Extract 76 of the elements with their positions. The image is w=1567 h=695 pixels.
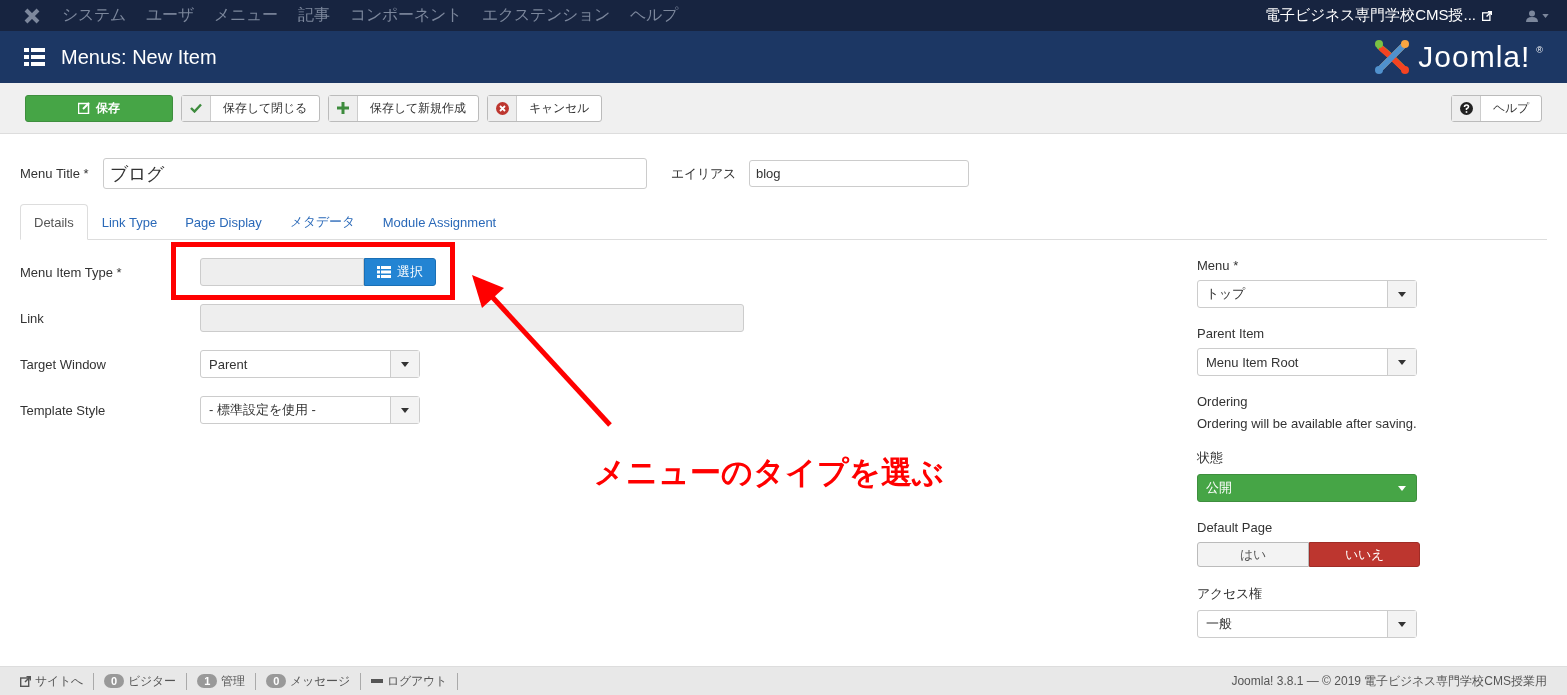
count-badge: 0 <box>104 674 125 688</box>
plus-icon <box>337 102 349 114</box>
info-text: Ordering will be available after saving. <box>1197 416 1417 431</box>
field-label: Parent Item <box>1197 326 1266 341</box>
cancel-icon <box>495 101 509 115</box>
user-menu[interactable] <box>1526 9 1549 22</box>
toolbar-button[interactable]: 保存して新規作成 <box>328 94 479 122</box>
field-label: アクセス権 <box>1197 585 1263 603</box>
menu-item[interactable]: ヘルプ <box>630 5 678 26</box>
toolbar-button[interactable]: 保存して閉じる <box>181 94 320 122</box>
footer-link[interactable]: ログアウト <box>387 672 448 690</box>
tab[interactable]: Details <box>20 204 88 240</box>
external-link-icon <box>20 675 31 687</box>
footer-link[interactable]: ビジター <box>128 672 177 690</box>
footer-link[interactable]: 管理 <box>221 672 246 690</box>
tab[interactable]: Page Display <box>171 204 276 240</box>
input-field[interactable] <box>200 258 364 286</box>
list-icon <box>377 266 391 278</box>
toggle-option[interactable]: いいえ <box>1308 542 1420 567</box>
edit-icon <box>78 102 90 114</box>
page-title: Menus: New Item <box>61 45 217 69</box>
menu-item[interactable]: メニュー <box>214 5 278 26</box>
count-badge: 0 <box>266 674 287 688</box>
field-label: Menu * <box>1197 258 1240 273</box>
field-label: 状態 <box>1197 449 1224 467</box>
help-button[interactable]: ヘルプ <box>1451 94 1542 122</box>
caret-icon <box>1398 291 1406 297</box>
help-icon <box>1459 101 1473 115</box>
dropdown[interactable]: Parent <box>200 350 420 378</box>
tab[interactable]: メタデータ <box>275 204 369 240</box>
minus-icon <box>371 679 384 683</box>
menu-item[interactable]: ユーザ <box>146 5 194 26</box>
toolbar-button[interactable]: キャンセル <box>487 94 602 122</box>
tab[interactable]: Link Type <box>87 204 172 240</box>
field-label: Target Window <box>20 356 107 372</box>
field-label: Menu Title * <box>20 166 90 181</box>
external-link-icon <box>1482 10 1492 21</box>
input-field[interactable]: blog <box>749 160 969 187</box>
dropdown[interactable]: トップ <box>1197 280 1417 308</box>
check-icon <box>190 103 202 113</box>
field-label: Default Page <box>1197 520 1274 535</box>
menu-item[interactable]: システム <box>62 5 126 26</box>
list-icon <box>24 48 45 66</box>
registered-mark: ® <box>1536 45 1543 55</box>
site-link[interactable]: 電子ビジネス専門学校CMS授... <box>1265 6 1476 25</box>
caret-icon <box>401 407 409 413</box>
input-field[interactable]: ブログ <box>103 158 647 189</box>
menu-item[interactable]: コンポーネント <box>350 5 462 26</box>
dropdown[interactable]: 一般 <box>1197 610 1417 638</box>
select-button[interactable]: 選択 <box>364 258 436 286</box>
count-badge: 1 <box>197 674 218 688</box>
menu-item[interactable]: 記事 <box>298 5 330 26</box>
logo-icon[interactable] <box>24 7 40 24</box>
field-label: Link <box>20 310 45 326</box>
user-icon <box>1526 9 1538 22</box>
menu-item[interactable]: エクステンション <box>482 5 610 26</box>
field-label: Menu Item Type * <box>20 264 123 280</box>
caret-icon <box>1542 13 1549 18</box>
field-label: Template Style <box>20 402 107 418</box>
footer-link[interactable]: サイトへ <box>35 672 83 690</box>
footer-link[interactable]: メッセージ <box>290 672 351 690</box>
footer-text: Joomla! 3.8.1 — © 2019 電子ビジネス専門学校CMS授業用 <box>1231 672 1547 690</box>
dropdown[interactable]: Menu Item Root <box>1197 348 1417 376</box>
caret-icon <box>1398 485 1406 491</box>
field-label: エイリアス <box>671 164 736 183</box>
caret-icon <box>1398 359 1406 365</box>
caret-icon <box>1398 621 1406 627</box>
field-label: Ordering <box>1197 394 1249 409</box>
toggle-option[interactable]: はい <box>1197 542 1309 567</box>
annotation-text: メニューのタイプを選ぶ <box>594 454 944 492</box>
input-field[interactable] <box>200 304 744 332</box>
caret-icon <box>401 361 409 367</box>
dropdown[interactable]: - 標準設定を使用 - <box>200 396 420 424</box>
logo-icon <box>1375 40 1410 74</box>
logo-text: Joomla! <box>1418 40 1531 74</box>
tab[interactable]: Module Assignment <box>368 204 511 240</box>
